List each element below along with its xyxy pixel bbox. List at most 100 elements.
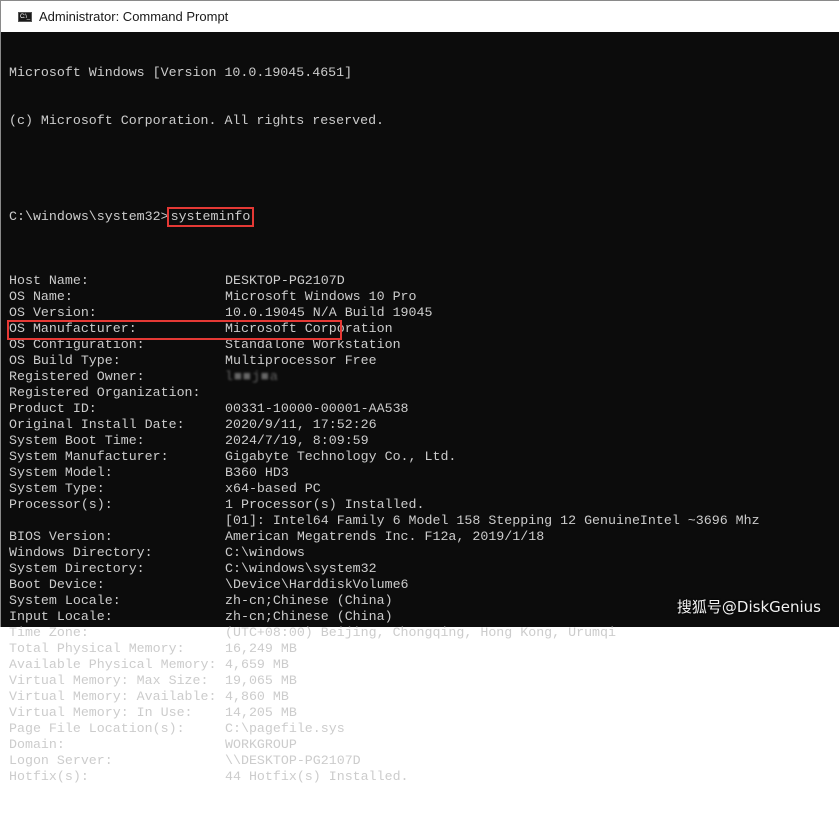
info-label: Registered Organization: <box>9 385 201 400</box>
title-bar[interactable]: Administrator: Command Prompt <box>1 1 839 32</box>
banner-line: (c) Microsoft Corporation. All rights re… <box>9 113 839 129</box>
info-label: Logon Server: <box>9 753 113 768</box>
info-label: System Boot Time: <box>9 433 145 448</box>
info-value: (UTC+08:00) Beijing, Chongqing, Hong Kon… <box>225 625 616 640</box>
info-row: Host Name: DESKTOP-PG2107D <box>9 273 839 289</box>
info-value: C:\pagefile.sys <box>225 721 345 736</box>
info-value: 16,249 MB <box>225 641 297 656</box>
info-row: Virtual Memory: Available: 4,860 MB <box>9 689 839 705</box>
window-title: Administrator: Command Prompt <box>39 9 229 24</box>
info-value: Multiprocessor Free <box>225 353 377 368</box>
info-row: Registered Organization: <box>9 385 839 401</box>
info-row: OS Configuration: Standalone Workstation <box>9 337 839 353</box>
info-value: Microsoft Corporation <box>225 321 393 336</box>
info-row: Original Install Date: 2020/9/11, 17:52:2… <box>9 417 839 433</box>
info-label: System Type: <box>9 481 105 496</box>
info-value: 19,065 MB <box>225 673 297 688</box>
info-value: zh-cn;Chinese (China) <box>225 593 393 608</box>
info-row: Windows Directory: C:\windows <box>9 545 839 561</box>
info-value: \Device\HarddiskVolume6 <box>225 577 409 592</box>
info-row: OS Build Type: Multiprocessor Free <box>9 353 839 369</box>
watermark: 搜狐号@DiskGenius <box>676 598 821 616</box>
info-row: OS Manufacturer: Microsoft Corporation <box>9 321 839 337</box>
info-label: Product ID: <box>9 401 97 416</box>
info-label: OS Name: <box>9 289 73 304</box>
banner-copyright: (c) Microsoft Corporation. All rights re… <box>9 113 385 128</box>
info-label: OS Build Type: <box>9 353 121 368</box>
info-label: Input Locale: <box>9 609 113 624</box>
info-row: System Manufacturer: Gigabyte Technology … <box>9 449 839 465</box>
info-row: Logon Server: \\DESKTOP-PG2107D <box>9 753 839 769</box>
info-value: \\DESKTOP-PG2107D <box>225 753 361 768</box>
info-label <box>9 513 225 529</box>
info-row: Available Physical Memory: 4,659 MB <box>9 657 839 673</box>
info-label: Boot Device: <box>9 577 105 592</box>
info-value: WORKGROUP <box>225 737 297 752</box>
info-value: l■■j■a <box>225 369 279 384</box>
info-value: C:\windows\system32 <box>225 561 377 576</box>
info-row: Registered Owner: l■■j■a <box>9 369 839 385</box>
info-value: C:\windows <box>225 545 305 560</box>
console-output[interactable]: Microsoft Windows [Version 10.0.19045.46… <box>9 32 839 784</box>
info-label: Virtual Memory: Available: <box>9 689 217 704</box>
info-label: Available Physical Memory: <box>9 657 217 672</box>
info-label: System Locale: <box>9 593 121 608</box>
info-value: DESKTOP-PG2107D <box>225 273 345 288</box>
info-value: 2020/9/11, 17:52:26 <box>225 417 377 432</box>
info-row: Domain: WORKGROUP <box>9 737 839 753</box>
info-value: 2024/7/19, 8:09:59 <box>225 433 369 448</box>
info-label: Page File Location(s): <box>9 721 185 736</box>
info-value: 10.0.19045 N/A Build 19045 <box>225 305 433 320</box>
info-row: BIOS Version: American Megatrends Inc. F1… <box>9 529 839 545</box>
command-prompt-window: Administrator: Command Prompt Microsoft … <box>0 0 839 784</box>
info-value: 4,860 MB <box>225 689 289 704</box>
prompt: C:\windows\system32> <box>9 209 169 224</box>
info-row: System Boot Time: 2024/7/19, 8:09:59 <box>9 433 839 449</box>
info-value: American Megatrends Inc. F12a, 2019/1/18 <box>225 529 545 544</box>
info-row: Boot Device: \Device\HarddiskVolume6 <box>9 577 839 593</box>
systeminfo-output: Host Name: DESKTOP-PG2107D OS Name: Microso… <box>9 273 839 785</box>
info-label: Virtual Memory: Max Size: <box>9 673 209 688</box>
info-value: 4,659 MB <box>225 657 289 672</box>
info-value: Microsoft Windows 10 Pro <box>225 289 417 304</box>
info-value: 00331-10000-00001-AA538 <box>225 401 409 416</box>
info-label: Virtual Memory: In Use: <box>9 705 193 720</box>
info-label: Total Physical Memory: <box>9 641 185 656</box>
info-label: System Manufacturer: <box>9 449 169 464</box>
info-row: [01]: Intel64 Family 6 Model 158 Steppin… <box>9 513 839 529</box>
info-row: Product ID: 00331-10000-00001-AA538 <box>9 401 839 417</box>
info-value: Standalone Workstation <box>225 337 401 352</box>
info-row: Hotfix(s): 44 Hotfix(s) Installed. <box>9 769 839 785</box>
info-row: OS Name: Microsoft Windows 10 Pro <box>9 289 839 305</box>
info-value: 44 Hotfix(s) Installed. <box>225 769 409 784</box>
info-row: Time Zone: (UTC+08:00) Beijing, Chongqing… <box>9 625 839 641</box>
info-row: System Directory: C:\windows\system32 <box>9 561 839 577</box>
banner-version: Microsoft Windows [Version 10.0.19045.46… <box>9 65 353 80</box>
info-row: System Type: x64-based PC <box>9 481 839 497</box>
info-label: OS Configuration: <box>9 337 145 352</box>
info-row: OS Version: 10.0.19045 N/A Build 19045 <box>9 305 839 321</box>
info-label: Registered Owner: <box>9 369 145 384</box>
info-row: Page File Location(s): C:\pagefile.sys <box>9 721 839 737</box>
info-label: OS Manufacturer: <box>9 321 137 336</box>
info-value: 1 Processor(s) Installed. <box>225 497 425 512</box>
prompt-line: C:\windows\system32> systeminfo <box>9 207 839 227</box>
info-label: OS Version: <box>9 305 97 320</box>
info-value: zh-cn;Chinese (China) <box>225 609 393 624</box>
command-highlight: systeminfo <box>166 207 255 227</box>
info-label: Host Name: <box>9 273 89 288</box>
info-label: Time Zone: <box>9 625 89 640</box>
info-value: x64-based PC <box>225 481 321 496</box>
info-value: 14,205 MB <box>225 705 297 720</box>
info-row: Virtual Memory: In Use: 14,205 MB <box>9 705 839 721</box>
info-label: Windows Directory: <box>9 545 153 560</box>
info-row: Virtual Memory: Max Size: 19,065 MB <box>9 673 839 689</box>
info-label: Processor(s): <box>9 497 113 512</box>
info-label: Domain: <box>9 737 65 752</box>
info-row: Total Physical Memory: 16,249 MB <box>9 641 839 657</box>
info-value: Gigabyte Technology Co., Ltd. <box>225 449 457 464</box>
info-value: [01]: Intel64 Family 6 Model 158 Steppin… <box>225 513 760 528</box>
cmd-icon <box>18 11 32 22</box>
info-label: Hotfix(s): <box>9 769 89 784</box>
